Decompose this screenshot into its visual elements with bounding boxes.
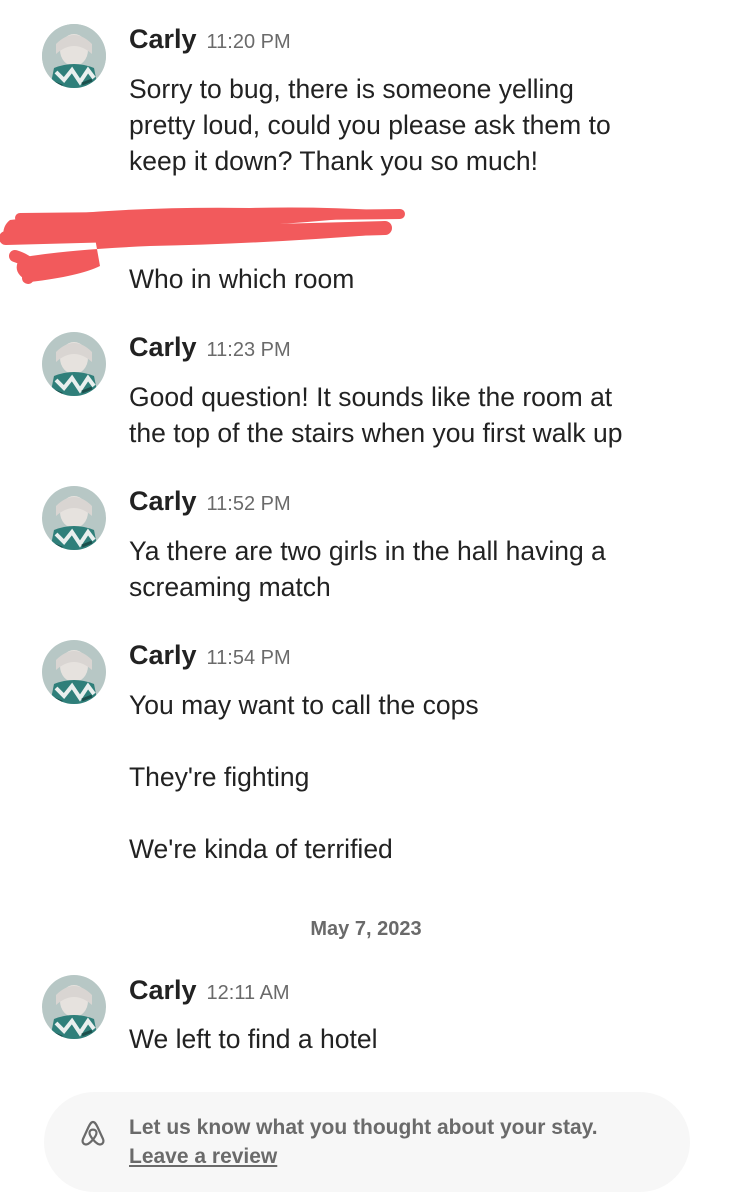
avatar[interactable] <box>42 975 106 1039</box>
message-time: 11:54 PM <box>206 647 291 669</box>
message-time: 12:11 AM <box>206 982 290 1004</box>
avatar[interactable] <box>42 640 106 704</box>
avatar[interactable] <box>42 332 106 396</box>
sender-name: Carly <box>129 975 197 1005</box>
message-text: Sorry to bug, there is someone yelling <box>129 74 574 104</box>
message-text: the top of the stairs when you first wal… <box>129 418 623 448</box>
sender-name: Carly <box>129 24 197 54</box>
message-header: Carly 11:23 PM <box>129 332 291 362</box>
message-text: We're kinda of terrified <box>129 834 393 864</box>
sender-name: Carly <box>129 332 197 362</box>
message-text: Ya there are two girls in the hall havin… <box>129 536 606 566</box>
message-text: pretty loud, could you please ask them t… <box>129 110 611 140</box>
message-time: 11:20 PM <box>206 31 291 53</box>
sender-name: Carly <box>129 486 197 516</box>
sender-name: Carly <box>129 640 197 670</box>
message-header: Carly 11:52 PM <box>129 486 291 516</box>
message-header: Carly 11:20 PM <box>129 24 291 54</box>
message-text: We left to find a hotel <box>129 1024 378 1054</box>
message-time: 11:52 PM <box>206 493 291 515</box>
message-text: You may want to call the cops <box>129 690 479 720</box>
review-prompt-banner <box>44 1092 690 1192</box>
message-text: screaming match <box>129 572 331 602</box>
avatar-photo-icon <box>42 486 106 550</box>
leave-review-link[interactable]: Leave a review <box>129 1145 277 1169</box>
message-text: They're fighting <box>129 762 310 792</box>
avatar-photo-icon <box>42 640 106 704</box>
avatar-photo-icon <box>42 975 106 1039</box>
message-text: keep it down? Thank you so much! <box>129 146 539 176</box>
airbnb-logo-icon <box>81 1120 105 1146</box>
message-header: Carly 12:11 AM <box>129 975 290 1005</box>
message-header: Carly 11:54 PM <box>129 640 291 670</box>
avatar-photo-icon <box>42 332 106 396</box>
message-text: Who in which room <box>129 264 355 294</box>
review-prompt-text: Let us know what you thought about your … <box>129 1116 598 1139</box>
avatar[interactable] <box>42 24 106 88</box>
message-time: 11:23 PM <box>206 339 291 361</box>
date-separator: May 7, 2023 <box>310 918 422 940</box>
message-text: Good question! It sounds like the room a… <box>129 382 613 412</box>
avatar-photo-icon <box>42 24 106 88</box>
avatar[interactable] <box>42 486 106 550</box>
